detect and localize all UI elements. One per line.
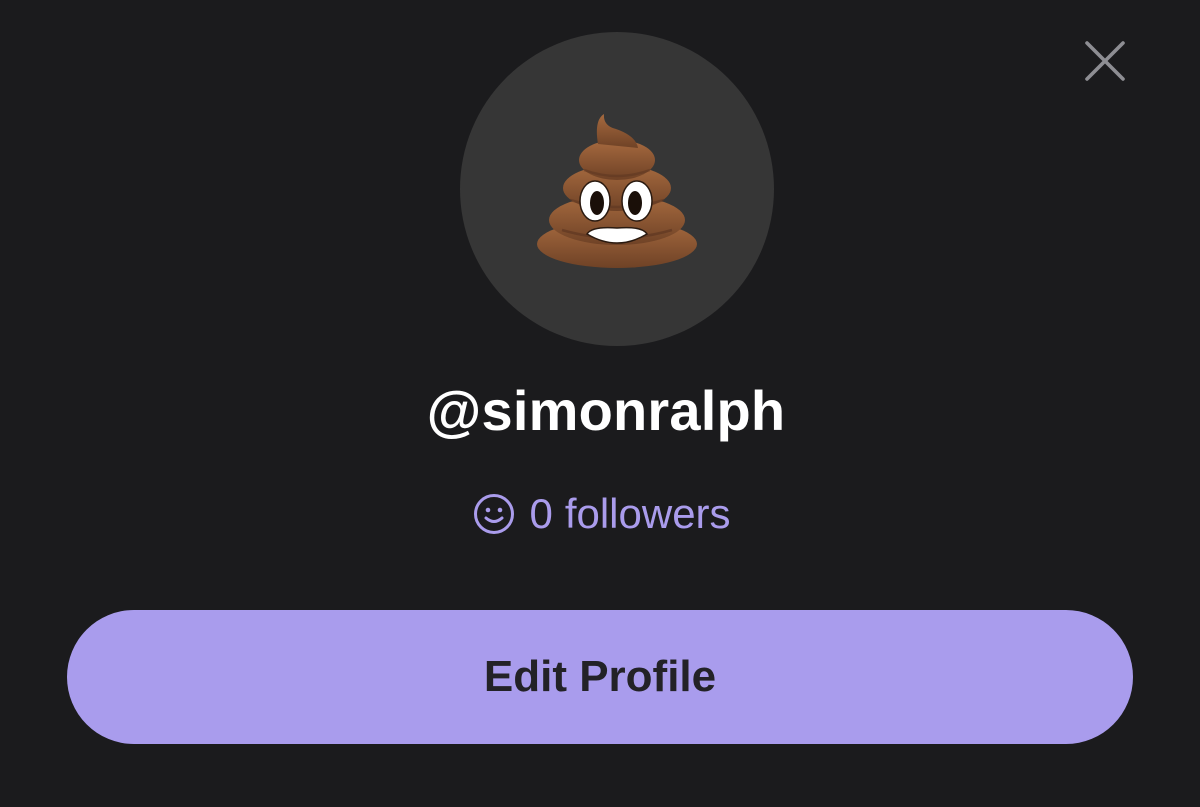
followers-count: 0: [529, 490, 553, 537]
followers-label: followers: [564, 490, 731, 537]
close-icon: [1085, 41, 1125, 81]
smiley-icon: [473, 493, 515, 535]
edit-profile-button[interactable]: Edit Profile: [67, 610, 1133, 744]
followers-link[interactable]: 0 followers: [0, 488, 1200, 540]
pile-of-poo-icon: [537, 114, 697, 268]
close-button[interactable]: [1081, 37, 1129, 85]
username: @simonralph: [426, 379, 786, 442]
